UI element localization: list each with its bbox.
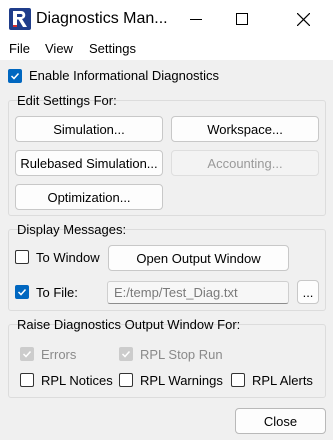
- raise-window-title: Raise Diagnostics Output Window For:: [17, 317, 241, 332]
- rpl-notices-checkbox[interactable]: [20, 373, 34, 387]
- menu-settings[interactable]: Settings: [89, 41, 136, 57]
- to-file-label: To File:: [36, 285, 78, 300]
- menu-view[interactable]: View: [45, 41, 73, 57]
- minimize-button[interactable]: [173, 0, 219, 38]
- errors-label: Errors: [41, 347, 77, 362]
- enable-info-checkbox[interactable]: [8, 69, 22, 83]
- maximize-icon: [236, 13, 248, 25]
- checkmark-icon: [22, 350, 32, 358]
- close-window-button[interactable]: [280, 0, 326, 38]
- simulation-button[interactable]: Simulation...: [15, 116, 163, 142]
- workspace-button[interactable]: Workspace...: [171, 116, 319, 142]
- rpl-alerts-label: RPL Alerts: [252, 373, 313, 388]
- to-window-label: To Window: [36, 250, 100, 265]
- to-file-checkbox[interactable]: [15, 285, 29, 299]
- optimization-button[interactable]: Optimization...: [15, 184, 163, 210]
- browse-button[interactable]: ...: [297, 280, 319, 304]
- to-window-checkbox[interactable]: [15, 250, 29, 264]
- rpl-stop-run-checkbox: [119, 347, 133, 361]
- rpl-warnings-label: RPL Warnings: [140, 373, 223, 388]
- enable-info-label: Enable Informational Diagnostics: [29, 68, 220, 83]
- menu-file[interactable]: File: [9, 41, 30, 57]
- rpl-notices-label: RPL Notices: [41, 373, 113, 388]
- window-title: Diagnostics Man...: [36, 10, 168, 27]
- rpl-alerts-checkbox[interactable]: [231, 373, 245, 387]
- close-button[interactable]: Close: [235, 408, 326, 434]
- rpl-stop-run-label: RPL Stop Run: [140, 347, 223, 362]
- accounting-button: Accounting...: [171, 150, 319, 176]
- app-logo-icon: [9, 8, 31, 30]
- open-output-window-button[interactable]: Open Output Window: [108, 245, 289, 271]
- display-messages-title: Display Messages:: [17, 222, 127, 237]
- errors-checkbox: [20, 347, 34, 361]
- file-path-field[interactable]: E:/temp/Test_Diag.txt: [107, 281, 289, 304]
- edit-settings-title: Edit Settings For:: [17, 93, 117, 108]
- maximize-button[interactable]: [219, 0, 265, 38]
- close-icon: [296, 12, 310, 26]
- checkmark-icon: [10, 72, 20, 80]
- rpl-warnings-checkbox[interactable]: [119, 373, 133, 387]
- minimize-icon: [190, 19, 202, 20]
- checkmark-icon: [121, 350, 131, 358]
- rulebased-simulation-button[interactable]: Rulebased Simulation...: [15, 150, 163, 176]
- checkmark-icon: [17, 288, 27, 296]
